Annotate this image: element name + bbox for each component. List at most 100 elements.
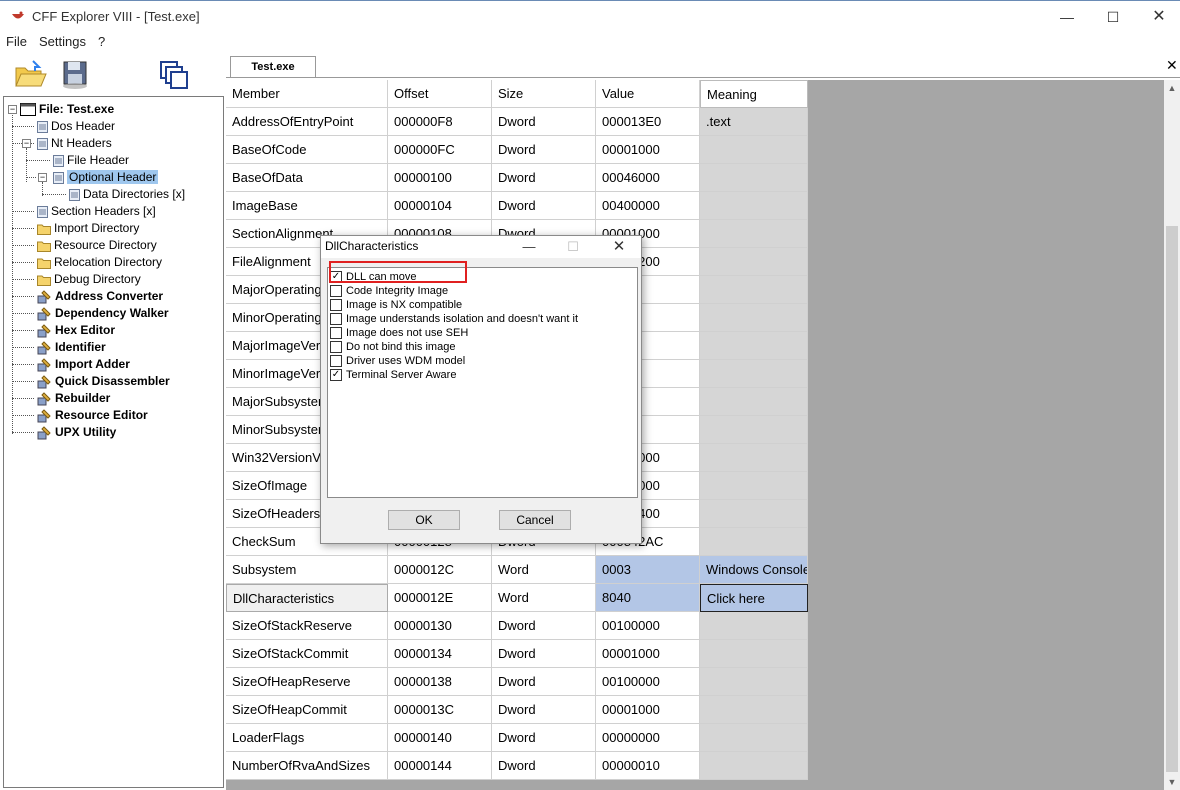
save-icon[interactable] [58,58,92,90]
cell-value[interactable]: 00400000 [596,192,700,220]
scroll-up-icon[interactable]: ▲ [1164,80,1180,96]
checkbox[interactable] [330,285,342,297]
cell-size[interactable]: Word [492,584,596,612]
checkbox[interactable] [330,327,342,339]
dialog-minimize-button[interactable]: — [507,236,551,258]
cell-meaning[interactable] [700,752,808,780]
cell-offset[interactable]: 0000012C [388,556,492,584]
cell-meaning[interactable] [700,332,808,360]
checkbox[interactable] [330,341,342,353]
windows-icon[interactable] [157,58,191,90]
column-header-size[interactable]: Size [492,80,596,108]
cell-size[interactable]: Dword [492,136,596,164]
dialog-close-button[interactable]: ✕ [597,236,641,258]
cell-offset[interactable]: 00000134 [388,640,492,668]
menu-file[interactable]: File [6,34,27,49]
menu-settings[interactable]: Settings [39,34,86,49]
cell-size[interactable]: Dword [492,668,596,696]
collapse-toggle[interactable]: − [8,105,17,114]
checkbox[interactable] [330,313,342,325]
cell-meaning[interactable] [700,360,808,388]
cell-meaning[interactable] [700,416,808,444]
cell-value[interactable]: 00000010 [596,752,700,780]
tree-item-import-adder[interactable]: Import Adder [37,356,130,373]
cell-offset[interactable]: 00000144 [388,752,492,780]
cell-meaning[interactable] [700,164,808,192]
cell-meaning[interactable] [700,192,808,220]
scroll-down-icon[interactable]: ▼ [1164,774,1180,790]
cell-meaning[interactable] [700,248,808,276]
minimize-button[interactable]: — [1044,1,1090,33]
cancel-button[interactable]: Cancel [499,510,571,530]
cell-member[interactable]: BaseOfData [226,164,388,192]
cell-meaning[interactable] [700,276,808,304]
cell-size[interactable]: Dword [492,640,596,668]
tree-item-relocation-directory[interactable]: Relocation Directory [37,254,162,271]
cell-member[interactable]: SizeOfHeapReserve [226,668,388,696]
tree-item-file-header[interactable]: File Header [53,152,129,169]
cell-member[interactable]: BaseOfCode [226,136,388,164]
dialog-maximize-button[interactable]: ☐ [551,236,595,258]
cell-value[interactable]: 00046000 [596,164,700,192]
cell-offset[interactable]: 00000140 [388,724,492,752]
cell-member[interactable]: SizeOfStackCommit [226,640,388,668]
tree-item-data-directories[interactable]: Data Directories [x] [69,186,185,203]
cell-size[interactable]: Dword [492,724,596,752]
column-header-offset[interactable]: Offset [388,80,492,108]
column-header-meaning[interactable]: Meaning [700,80,808,108]
cell-size[interactable]: Word [492,556,596,584]
cell-meaning[interactable] [700,696,808,724]
cell-member[interactable]: SizeOfStackReserve [226,612,388,640]
cell-offset[interactable]: 0000012E [388,584,492,612]
cell-meaning[interactable] [700,724,808,752]
tree-item-dos-header[interactable]: Dos Header [37,118,115,135]
cell-size[interactable]: Dword [492,108,596,136]
cell-meaning[interactable] [700,668,808,696]
cell-value[interactable]: 0003 [596,556,700,584]
collapse-toggle[interactable]: − [22,139,31,148]
tree-item-debug-directory[interactable]: Debug Directory [37,271,141,288]
tree-item-identifier[interactable]: Identifier [37,339,106,356]
column-header-member[interactable]: Member [226,80,388,108]
cell-value[interactable]: 00000000 [596,724,700,752]
tree-item-resource-editor[interactable]: Resource Editor [37,407,148,424]
close-button[interactable]: ✕ [1136,1,1180,33]
cell-member[interactable]: Subsystem [226,556,388,584]
cell-member[interactable]: DllCharacteristics [226,584,388,612]
column-header-value[interactable]: Value [596,80,700,108]
cell-value[interactable]: 00001000 [596,136,700,164]
cell-meaning[interactable] [700,472,808,500]
tree-item-dependency-walker[interactable]: Dependency Walker [37,305,169,322]
tree-item-optional-header[interactable]: Optional Header [53,169,159,186]
cell-meaning[interactable] [700,444,808,472]
cell-meaning[interactable]: .text [700,108,808,136]
ok-button[interactable]: OK [388,510,460,530]
cell-meaning[interactable]: Windows Console [700,556,808,584]
cell-member[interactable]: LoaderFlags [226,724,388,752]
cell-meaning[interactable] [700,220,808,248]
tree-item-address-converter[interactable]: Address Converter [37,288,163,305]
cell-meaning[interactable] [700,528,808,556]
checkbox[interactable] [330,355,342,367]
cell-offset[interactable]: 000000FC [388,136,492,164]
cell-offset[interactable]: 00000138 [388,668,492,696]
tree-root[interactable]: File: Test.exe [20,101,114,118]
cell-offset[interactable]: 0000013C [388,696,492,724]
cell-size[interactable]: Dword [492,164,596,192]
maximize-button[interactable]: ☐ [1090,1,1136,33]
cell-meaning[interactable]: Click here [700,584,808,612]
cell-meaning[interactable] [700,640,808,668]
tree-item-nt-headers[interactable]: Nt Headers [37,135,112,152]
menu-help[interactable]: ? [98,34,105,49]
cell-size[interactable]: Dword [492,696,596,724]
checkbox[interactable]: ✓ [330,369,342,381]
tree-item-resource-directory[interactable]: Resource Directory [37,237,157,254]
tree-item-import-directory[interactable]: Import Directory [37,220,139,237]
cell-meaning[interactable] [700,304,808,332]
open-file-icon[interactable] [13,58,47,90]
cell-value[interactable]: 00001000 [596,640,700,668]
close-tab-icon[interactable]: ✕ [1166,57,1178,74]
cell-meaning[interactable] [700,500,808,528]
cell-member[interactable]: SizeOfHeapCommit [226,696,388,724]
cell-offset[interactable]: 000000F8 [388,108,492,136]
